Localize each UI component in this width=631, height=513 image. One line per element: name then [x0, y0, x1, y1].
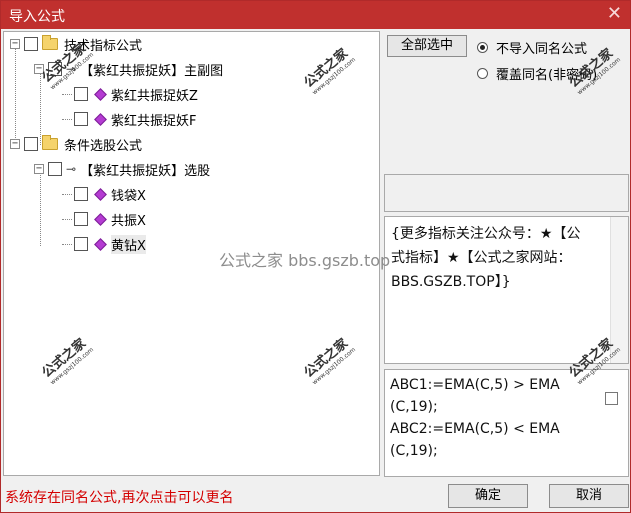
confirm-button[interactable]: 确定	[448, 484, 528, 508]
tree-node-formula[interactable]: 紫红共振捉妖Z	[62, 83, 198, 105]
tree-node-label: 【紫红共振捉妖】主副图	[80, 63, 224, 79]
select-all-button[interactable]: 全部选中	[387, 35, 467, 57]
close-icon[interactable]: ✕	[607, 3, 622, 24]
radio-label: 不导入同名公式	[496, 42, 588, 57]
key-icon: ⊸	[66, 162, 77, 176]
import-formula-dialog: 导入公式 ✕ − 技术指标公式 − ⊸ 【紫红共振捉妖】主副图 紫红共振捉妖Z	[0, 0, 631, 513]
tree-node-label: 紫红共振捉妖F	[111, 113, 197, 129]
tree-checkbox[interactable]	[24, 137, 38, 151]
description-text: {更多指标关注公众号：★【公式指标】★【公式之家网站：BBS.GSZB.TOP】…	[391, 226, 581, 290]
tree-checkbox[interactable]	[74, 87, 88, 101]
tree-node-formula[interactable]: 紫红共振捉妖F	[62, 108, 196, 130]
tree-checkbox[interactable]	[24, 37, 38, 51]
tree-node-formula[interactable]: 共振X	[62, 208, 146, 230]
cancel-button[interactable]: 取消	[549, 484, 629, 508]
tree-node-label: 黄钻X	[111, 234, 146, 254]
radio-no-import[interactable]: 不导入同名公式	[477, 38, 587, 57]
tree-node-label: 共振X	[111, 213, 146, 229]
tree-node-formula[interactable]: 钱袋X	[62, 183, 146, 205]
center-watermark: 公式之家 bbs.gszb.top	[219, 251, 391, 270]
tree-node-formula[interactable]: 黄钻X	[62, 233, 146, 255]
folder-icon	[42, 135, 58, 150]
tree-node-label: 紫红共振捉妖Z	[111, 88, 198, 104]
formula-line: ABC1:=EMA(C,5) > EMA	[390, 377, 560, 393]
tree-node-label: 条件选股公式	[64, 138, 143, 154]
tree-checkbox[interactable]	[74, 237, 88, 251]
dialog-title: 导入公式	[9, 9, 65, 25]
formula-line: (C,19);	[390, 399, 438, 415]
collapse-icon[interactable]: −	[10, 139, 20, 149]
status-message: 系统存在同名公式,再次点击可以更名	[5, 490, 234, 506]
collapse-icon[interactable]: −	[34, 164, 44, 174]
formula-lines: ABC1:=EMA(C,5) > EMA (C,19); ABC2:=EMA(C…	[390, 374, 595, 462]
tree-checkbox[interactable]	[48, 162, 62, 176]
radio-unselected-icon	[477, 68, 488, 79]
title-bar: 导入公式 ✕	[1, 1, 630, 29]
formula-icon	[94, 112, 107, 126]
formula-icon	[94, 212, 107, 226]
folder-icon	[42, 35, 58, 50]
collapse-icon[interactable]: −	[10, 39, 20, 49]
tree-checkbox[interactable]	[74, 112, 88, 126]
formula-icon	[94, 87, 107, 101]
tree-checkbox[interactable]	[74, 187, 88, 201]
formula-icon	[94, 237, 107, 251]
preview-checkbox[interactable]	[605, 392, 618, 405]
tree-node-label: 【紫红共振捉妖】选股	[80, 163, 211, 179]
tree-node-folder[interactable]: − 条件选股公式	[10, 133, 142, 155]
tree-node-label: 钱袋X	[111, 188, 146, 204]
formula-preview: ABC1:=EMA(C,5) > EMA (C,19); ABC2:=EMA(C…	[384, 369, 629, 477]
tree-connector	[40, 172, 41, 246]
formula-line: ABC2:=EMA(C,5) < EMA	[390, 421, 560, 437]
formula-icon	[94, 187, 107, 201]
info-panel	[384, 174, 629, 212]
formula-line: (C,19);	[390, 443, 438, 459]
radio-selected-icon	[477, 42, 488, 53]
tree-checkbox[interactable]	[74, 212, 88, 226]
tree-node-group[interactable]: − ⊸ 【紫红共振捉妖】选股	[34, 158, 210, 180]
